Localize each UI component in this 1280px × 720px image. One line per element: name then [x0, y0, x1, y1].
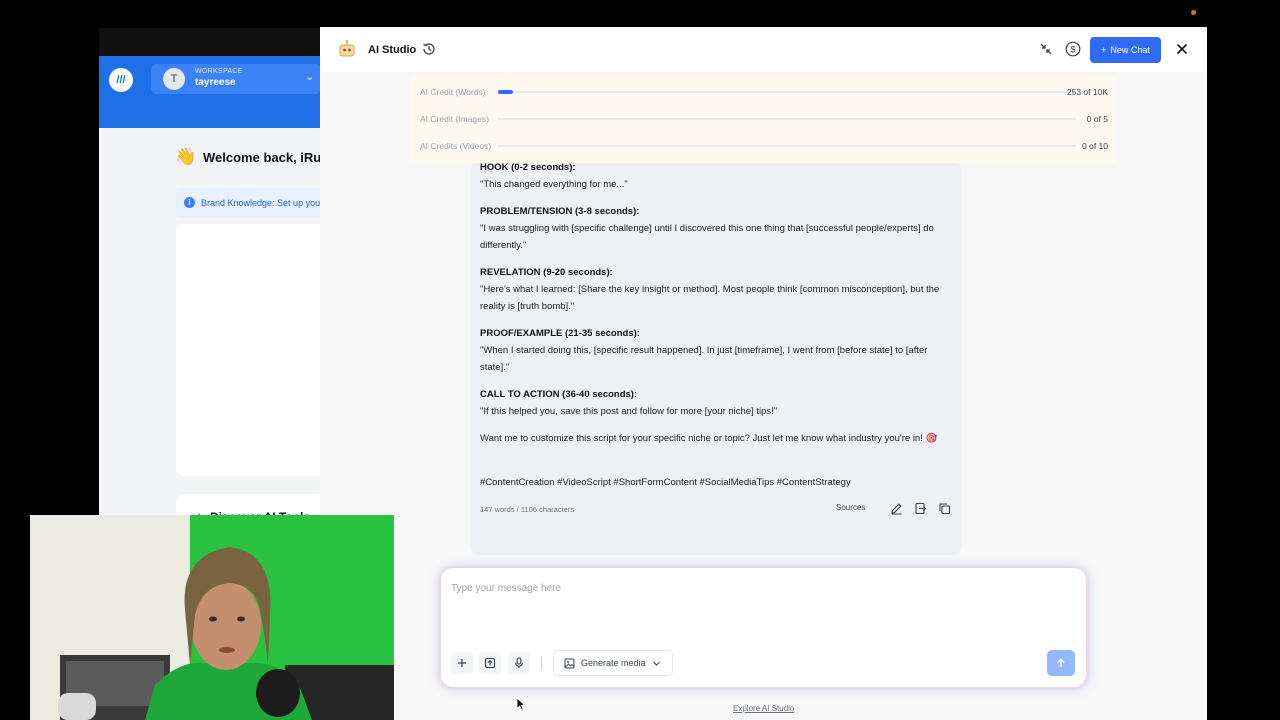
close-icon[interactable] [1175, 42, 1189, 56]
plus-icon: + [1101, 45, 1107, 55]
generate-media-label: Generate media [581, 658, 646, 668]
export-icon[interactable] [914, 502, 927, 515]
dollar-icon[interactable]: $ [1065, 41, 1081, 57]
section-text: "If this helped you, save this post and … [480, 406, 778, 417]
svg-text:$: $ [1070, 44, 1075, 54]
message-input[interactable] [451, 578, 1071, 598]
copy-icon[interactable] [938, 502, 951, 515]
credit-row-videos: AI Credits (Videos) 0 of 10 [420, 139, 1108, 153]
credit-row-images: AI Credit (Images) 0 of 5 [420, 112, 1108, 126]
workspace-switcher[interactable]: T WORKSPACE tayreese ⌄ [151, 64, 321, 94]
script-section-proof: PROOF/EXAMPLE (21-35 seconds): "When I s… [480, 325, 958, 376]
panel-header: AI Studio $ + New Chat [320, 27, 1207, 72]
credit-label: AI Credits (Videos) [420, 141, 492, 151]
send-button[interactable] [1047, 650, 1075, 676]
sources-button[interactable]: Sources [836, 503, 865, 512]
section-text: "Here's what I learned: [Share the key i… [480, 284, 940, 312]
upload-icon [484, 657, 496, 669]
panel-title: AI Studio [368, 44, 417, 56]
robot-icon [339, 40, 355, 57]
section-text: "I was struggling with [specific challen… [480, 223, 934, 251]
microphone-icon [515, 657, 523, 668]
chevron-down-icon: ⌄ [305, 71, 315, 83]
credit-progress-bar [498, 90, 1076, 94]
microphone-button[interactable] [508, 652, 530, 674]
webcam-video-image [30, 515, 394, 720]
script-section-problem: PROBLEM/TENSION (3-8 seconds): "I was st… [480, 203, 958, 254]
word-count: 147 words / 1106 characters [480, 505, 575, 514]
hashtags: #ContentCreation #VideoScript #ShortForm… [480, 477, 851, 488]
app-logo-icon[interactable]: /// [109, 68, 133, 92]
info-icon: i [184, 197, 195, 208]
brand-knowledge-banner[interactable]: i Brand Knowledge: Set up you [176, 188, 321, 218]
upload-button[interactable] [479, 652, 501, 674]
section-heading: PROOF/EXAMPLE (21-35 seconds): [480, 328, 640, 339]
credit-progress-bar [498, 145, 1076, 147]
attach-button[interactable] [451, 652, 473, 674]
background-topbar [99, 28, 321, 56]
credit-row-words: AI Credit (Words) 253 of 10K [420, 85, 1108, 99]
new-chat-button[interactable]: + New Chat [1090, 37, 1161, 63]
explore-ai-studio-link[interactable]: Explore AI Studio [733, 704, 794, 713]
section-heading: PROBLEM/TENSION (3-8 seconds): [480, 206, 640, 217]
recording-indicator [1191, 10, 1196, 15]
toolbar-divider [541, 656, 542, 670]
plus-icon [458, 659, 466, 667]
webcam-overlay [30, 515, 394, 720]
script-section-hook: HOOK (0-2 seconds): "This changed everyt… [480, 159, 958, 193]
credit-progress-fill [498, 90, 513, 94]
generate-media-dropdown[interactable]: Generate media [553, 650, 673, 676]
credit-label: AI Credit (Images) [420, 114, 489, 124]
history-icon[interactable] [421, 41, 437, 57]
script-section-cta: CALL TO ACTION (36-40 seconds): "If this… [480, 386, 958, 420]
assistant-message: HOOK (0-2 seconds): "This changed everyt… [470, 162, 962, 555]
credit-value: 0 of 5 [1086, 114, 1108, 124]
arrow-up-icon [1057, 658, 1065, 667]
dashboard-card [176, 224, 321, 476]
workspace-avatar: T [163, 68, 185, 90]
script-section-revelation: REVELATION (9-20 seconds): "Here's what … [480, 264, 958, 315]
workspace-label: WORKSPACE [195, 68, 243, 75]
section-heading: HOOK (0-2 seconds): [480, 162, 576, 173]
new-chat-label: New Chat [1110, 45, 1150, 55]
section-text: "When I started doing this, [specific re… [480, 345, 928, 373]
closing-text: Want me to customize this script for you… [480, 433, 938, 444]
wave-emoji-icon: 👋 [175, 147, 197, 166]
credit-value: 253 of 10K [1066, 87, 1108, 97]
credit-usage-panel: AI Credit (Words) 253 of 10K AI Credit (… [410, 75, 1116, 163]
edit-icon[interactable] [890, 502, 903, 515]
brand-knowledge-text: Brand Knowledge: Set up you [201, 198, 321, 208]
credit-progress-bar [498, 118, 1076, 120]
section-heading: CALL TO ACTION (36-40 seconds): [480, 389, 638, 400]
section-text: "This changed everything for me..." [480, 179, 628, 190]
welcome-heading: Welcome back, iRun [203, 150, 321, 165]
media-icon [564, 658, 575, 668]
collapse-icon[interactable] [1039, 42, 1053, 56]
screen: /// T WORKSPACE tayreese ⌄ 👋 Welcome bac… [0, 0, 1280, 720]
workspace-name: tayreese [195, 77, 236, 88]
chevron-down-icon [652, 661, 660, 666]
credit-label: AI Credit (Words) [420, 87, 486, 97]
mouse-cursor-icon [516, 697, 526, 711]
ai-studio-panel: AI Studio $ + New Chat AI Credit (Words)… [320, 27, 1207, 720]
section-heading: REVELATION (9-20 seconds): [480, 267, 613, 278]
credit-value: 0 of 10 [1082, 141, 1108, 151]
composer: Generate media [441, 568, 1086, 687]
